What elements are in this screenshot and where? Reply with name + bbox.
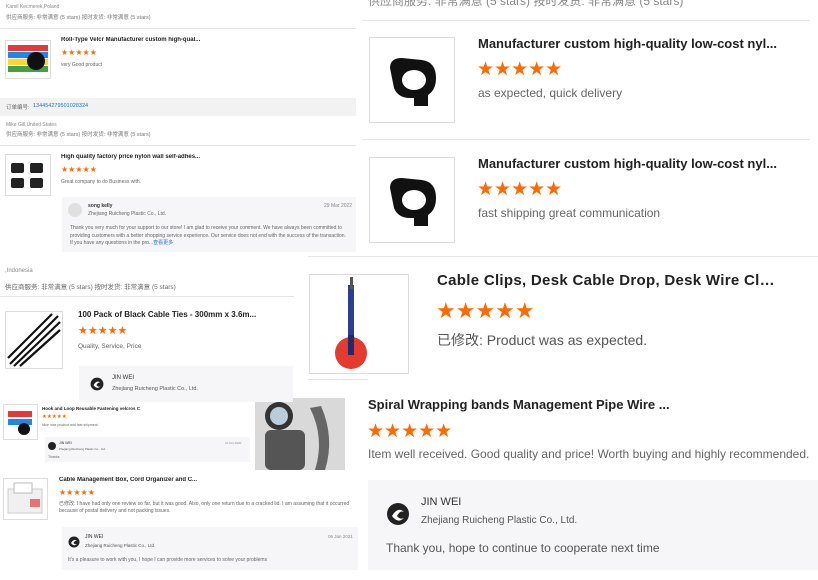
s2-order-bar: 订单编号: 134454279501028324 — [0, 98, 356, 116]
divider — [0, 28, 356, 29]
r0-ratings-row: 供应商服务: 非常满意 (5 stars) 按时发货: 非常满意 (5 star… — [368, 0, 808, 8]
avatar-icon — [68, 203, 82, 217]
s2-reply-date: 29 Mar 2022 — [324, 203, 353, 209]
s2-reviewer: Mike Gill,United States — [6, 122, 57, 128]
s3-reply-company: Zhejiang Ruicheng Plastic Co., Ltd. — [112, 386, 198, 392]
s5-reply-text: It's a pleasure to work with you, I hope… — [68, 557, 268, 563]
s2-ratings: 供应商服务: 非常满意 (5 stars) 按时发货: 非常满意 (5 star… — [6, 132, 151, 138]
company-logo-icon — [68, 536, 80, 548]
r1-product-thumbnail[interactable] — [369, 37, 455, 123]
s2-comment: Great company to do Business with. — [61, 179, 142, 185]
r2-comment: fast shipping great communication — [478, 206, 661, 220]
r1-rating-stars: ★★★★★ — [477, 59, 563, 80]
divider — [308, 256, 818, 257]
s4-reply-name: JIN WEI — [59, 441, 72, 445]
divider — [0, 145, 356, 146]
divider — [308, 379, 368, 380]
s2-reply-more-link[interactable]: 查看更多 — [153, 240, 173, 246]
divider — [362, 20, 810, 21]
r3-product-thumbnail[interactable] — [309, 274, 409, 374]
s3-rating-stars: ★★★★★ — [78, 325, 128, 337]
r4-reply-text: Thank you, hope to continue to cooperate… — [386, 541, 660, 555]
s2-seller-reply: song kelly Zhejiang Ruicheng Plastic Co.… — [62, 197, 356, 252]
s4-seller-reply: JIN WEI Zhejiang Ruicheng Plastic Co., L… — [45, 437, 250, 462]
s4-reply-company: Zhejiang Ruicheng Plastic Co., Ltd. — [59, 447, 106, 451]
company-logo-icon — [90, 377, 104, 391]
company-logo-icon — [48, 442, 56, 450]
r1-product-title[interactable]: Manufacturer custom high-quality low-cos… — [478, 36, 778, 51]
r4-seller-reply: JIN WEI Zhejiang Ruicheng Plastic Co., L… — [368, 480, 818, 570]
s5-product-title[interactable]: Cable Management Box, Cord Organizer and… — [59, 477, 209, 483]
r3-rating-stars: ★★★★★ — [436, 298, 535, 323]
s3-seller-reply: JIN WEI Zhejiang Ruicheng Plastic Co., L… — [79, 366, 293, 402]
divider — [0, 296, 294, 297]
s3-comment: Quality, Service, Price — [78, 343, 142, 350]
s4-product-thumbnail[interactable] — [3, 404, 38, 440]
s5-reply-company: Zhejiang Ruicheng Plastic Co., Ltd. — [85, 543, 156, 548]
s5-comment: 已修改: I have had only one review so far, … — [59, 501, 350, 514]
r0-ratings: 供应商服务: 非常满意 (5 stars) 按时发货: 非常满意 (5 star… — [368, 0, 684, 8]
s4-reply-date: 10 Oct 2020 — [225, 441, 242, 445]
s2-reply-text: Thank you very much for your support to … — [70, 225, 350, 248]
s2-product-title[interactable]: High quality factory price nylon wall se… — [61, 154, 211, 160]
s5-reply-date: 06 Jan 2021 — [328, 534, 353, 539]
s3-product-title[interactable]: 100 Pack of Black Cable Ties - 300mm x 3… — [78, 310, 278, 319]
s1-rating-stars: ★★★★★ — [61, 48, 97, 57]
r4-rating-stars: ★★★★★ — [367, 421, 453, 442]
r4-reply-company: Zhejiang Ruicheng Plastic Co., Ltd. — [421, 515, 578, 526]
s4-product-title[interactable]: Hook and Loop Reusable Fastening velcros… — [42, 406, 152, 411]
r4-comment: Item well received. Good quality and pri… — [368, 447, 810, 461]
s2-product-thumbnail[interactable] — [5, 154, 51, 196]
s1-product-title[interactable]: Roll-Type Velcr Manufacturer custom high… — [61, 37, 211, 43]
s1-comment: very Good product — [61, 62, 103, 68]
s2-reply-body: Thank you very much for your support to … — [70, 225, 346, 246]
s2-rating-stars: ★★★★★ — [61, 165, 97, 174]
s4-rating-stars: ★★★★★ — [42, 414, 67, 420]
s4-comment: Nice nice product and fast shipment — [42, 423, 98, 427]
s2-order-label: 订单编号: — [6, 105, 30, 111]
s1-reviewer: Kamil Kecmerek,Poland — [6, 4, 60, 10]
s5-reply-name: JIN WEI — [85, 534, 104, 540]
r4-reply-name: JIN WEI — [421, 496, 462, 508]
s1-ratings: 供应商服务: 非常满意 (5 stars) 按时发货: 非常满意 (5 star… — [6, 15, 151, 21]
r3-comment: 已修改: Product was as expected. — [437, 332, 648, 348]
s2-reply-name: song kelly — [88, 203, 113, 209]
s4-reply-text: Thanks — [48, 455, 60, 459]
s2-reply-company: Zhejiang Ruicheng Plastic Co., Ltd. — [88, 211, 167, 217]
s3-reviewer: ,Indonesia — [5, 268, 33, 274]
divider — [362, 139, 810, 140]
s2-order-number[interactable]: 134454279501028324 — [33, 103, 88, 109]
r2-product-thumbnail[interactable] — [369, 157, 455, 243]
r1-comment: as expected, quick delivery — [478, 86, 623, 100]
s3-reply-name: JIN WEI — [112, 375, 134, 381]
r2-rating-stars: ★★★★★ — [477, 179, 563, 200]
s5-product-thumbnail[interactable] — [3, 478, 48, 520]
s5-seller-reply: JIN WEI Zhejiang Ruicheng Plastic Co., L… — [62, 527, 358, 570]
r3-product-title[interactable]: Cable Clips, Desk Cable Drop, Desk Wire … — [437, 272, 777, 289]
r4-product-title[interactable]: Spiral Wrapping bands Management Pipe Wi… — [368, 397, 678, 412]
r2-product-title[interactable]: Manufacturer custom high-quality low-cos… — [478, 156, 778, 171]
r4-product-photo[interactable] — [255, 398, 345, 470]
s1-product-thumbnail[interactable] — [5, 40, 51, 79]
company-logo-icon — [386, 502, 410, 526]
s3-ratings: 供应商服务: 非常满意 (5 stars) 按时发货: 非常满意 (5 star… — [5, 284, 176, 291]
s5-rating-stars: ★★★★★ — [59, 488, 95, 497]
s3-product-thumbnail[interactable] — [5, 311, 63, 369]
